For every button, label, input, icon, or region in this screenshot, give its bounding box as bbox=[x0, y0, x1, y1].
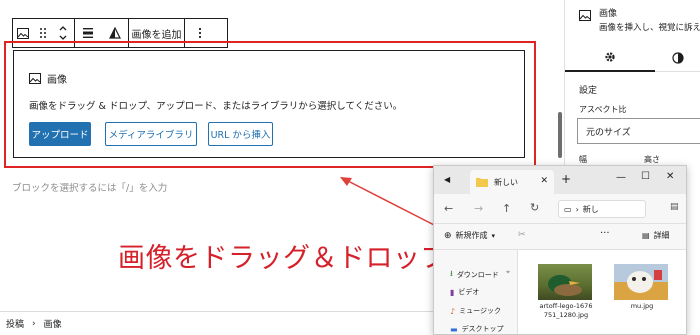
folder-icon bbox=[476, 177, 488, 187]
chevron-down-icon: ▾ bbox=[491, 231, 496, 240]
monitor-icon: ▭ bbox=[564, 204, 572, 214]
explorer-tab[interactable]: 新しい ✕ bbox=[470, 170, 554, 194]
more-horizontal-icon[interactable]: ··· bbox=[600, 228, 610, 239]
nav-item-label: ビデオ bbox=[458, 288, 480, 296]
panel-toggle-icon[interactable]: ▤ bbox=[670, 202, 679, 212]
explorer-file-area: artoff-lego-1676751_1280.jpg mu.jpg bbox=[518, 250, 686, 334]
explorer-titlebar: ◀ 新しい ✕ + — ☐ ✕ bbox=[434, 166, 686, 194]
nav-item-label: ミュージック bbox=[459, 307, 501, 315]
image-icon bbox=[29, 73, 41, 84]
address-separator: › bbox=[575, 204, 579, 214]
breadcrumb-item-image[interactable]: 画像 bbox=[44, 317, 62, 330]
download-icon: ⭳ bbox=[450, 269, 453, 278]
file-item[interactable]: mu.jpg bbox=[614, 264, 670, 310]
nav-item-label: ダウンロード bbox=[456, 271, 499, 279]
block-card-title: 画像 bbox=[599, 9, 618, 19]
explorer-navpane: ⭳ ダウンロード ▮ ビデオ ♪ ミュージック ▬ デスクトップ ⌖ bbox=[434, 250, 518, 334]
settings-heading: 設定 bbox=[579, 86, 598, 96]
refresh-icon[interactable]: ↻ bbox=[530, 201, 539, 214]
details-button[interactable]: ▤ 詳細 bbox=[642, 230, 670, 241]
upload-button[interactable]: アップロード bbox=[29, 122, 91, 146]
image-thumbnail bbox=[614, 264, 668, 300]
nav-item-label: デスクトップ bbox=[461, 325, 504, 333]
plus-circle-icon: ⊕ bbox=[444, 230, 452, 241]
nav-item-music[interactable]: ♪ ミュージック bbox=[450, 306, 501, 316]
editor-scrollbar[interactable] bbox=[558, 112, 562, 158]
up-arrow-icon[interactable]: ↑ bbox=[502, 202, 511, 215]
video-icon: ▮ bbox=[450, 287, 455, 297]
block-card-description: 画像を挿入し、視覚に訴え bbox=[599, 23, 700, 33]
file-explorer-window: ◀ 新しい ✕ + — ☐ ✕ ← → ↑ ↻ ▭ › 新し ▤ ⊕ 新規作成 … bbox=[433, 165, 687, 335]
back-arrow-icon[interactable]: ← bbox=[444, 202, 453, 215]
explorer-tab-title: 新しい bbox=[494, 177, 518, 187]
nav-item-desktop[interactable]: ▬ デスクトップ bbox=[450, 324, 504, 334]
address-text: 新し bbox=[582, 204, 599, 214]
cut-icon[interactable]: ✂ bbox=[518, 230, 526, 240]
minimize-icon[interactable]: — bbox=[616, 172, 626, 183]
file-name: artoff-lego-1676751_1280.jpg bbox=[539, 302, 593, 319]
insert-from-url-button[interactable]: URL から挿入 bbox=[208, 122, 273, 146]
details-pane-icon: ▤ bbox=[642, 231, 650, 240]
explorer-navbar: ← → ↑ ↻ ▭ › 新し ▤ bbox=[434, 194, 686, 224]
tab-settings[interactable] bbox=[565, 44, 655, 72]
tab-back-icon[interactable]: ◀ bbox=[444, 175, 450, 184]
breadcrumb-item-post[interactable]: 投稿 bbox=[6, 317, 24, 330]
aspect-ratio-label: アスペクト比 bbox=[579, 105, 627, 114]
forward-arrow-icon[interactable]: → bbox=[474, 202, 483, 215]
width-label: 幅 bbox=[579, 155, 587, 164]
block-title: 画像 bbox=[47, 75, 67, 86]
new-button-label: 新規作成 bbox=[455, 231, 488, 240]
new-button[interactable]: ⊕ 新規作成 ▾ bbox=[444, 230, 495, 241]
tab-styles[interactable] bbox=[655, 44, 700, 72]
half-circle-icon bbox=[672, 49, 684, 68]
close-icon[interactable]: ✕ bbox=[666, 171, 674, 182]
media-library-button[interactable]: メディアライブラリ bbox=[105, 122, 197, 146]
details-label: 詳細 bbox=[653, 231, 670, 240]
sidebar-tabs bbox=[565, 44, 700, 72]
address-bar[interactable]: ▭ › 新し bbox=[558, 200, 646, 218]
block-instructions: 画像をドラッグ & ドロップ、アップロード、またはライブラリから選択してください… bbox=[29, 101, 403, 112]
explorer-commandbar: ⊕ 新規作成 ▾ ✂ ··· ▤ 詳細 bbox=[434, 224, 686, 250]
aspect-ratio-value: 元のサイズ bbox=[586, 127, 631, 138]
editor-screen: 画像を追加 画像 画像をドラッグ & ドロップ、アップロード、またはライブラリか… bbox=[0, 0, 700, 335]
image-block-placeholder[interactable]: 画像 画像をドラッグ & ドロップ、アップロード、またはライブラリから選択してく… bbox=[13, 50, 525, 158]
pin-icon: ⌖ bbox=[506, 268, 510, 276]
gear-icon bbox=[604, 48, 616, 67]
height-label: 高さ bbox=[644, 155, 660, 164]
annotation-text: 画像をドラッグ＆ドロップ bbox=[118, 243, 448, 274]
nav-item-downloads[interactable]: ⭳ ダウンロード bbox=[450, 268, 499, 282]
breadcrumb-separator: › bbox=[32, 318, 36, 329]
image-thumbnail bbox=[538, 264, 592, 300]
aspect-ratio-select[interactable]: 元のサイズ bbox=[577, 118, 700, 144]
image-icon bbox=[579, 6, 591, 25]
block-placeholder-text[interactable]: ブロックを選択するには「/」を入力 bbox=[12, 180, 167, 194]
new-tab-icon[interactable]: + bbox=[561, 172, 571, 186]
file-item[interactable]: artoff-lego-1676751_1280.jpg bbox=[538, 264, 594, 320]
breadcrumb: 投稿 › 画像 bbox=[0, 311, 436, 335]
desktop-icon: ▬ bbox=[450, 324, 458, 334]
file-name: mu.jpg bbox=[630, 302, 654, 310]
block-label: 画像 bbox=[29, 71, 67, 86]
close-tab-icon[interactable]: ✕ bbox=[540, 176, 548, 186]
nav-item-videos[interactable]: ▮ ビデオ bbox=[450, 287, 479, 297]
music-icon: ♪ bbox=[450, 306, 456, 316]
maximize-icon[interactable]: ☐ bbox=[641, 171, 650, 182]
